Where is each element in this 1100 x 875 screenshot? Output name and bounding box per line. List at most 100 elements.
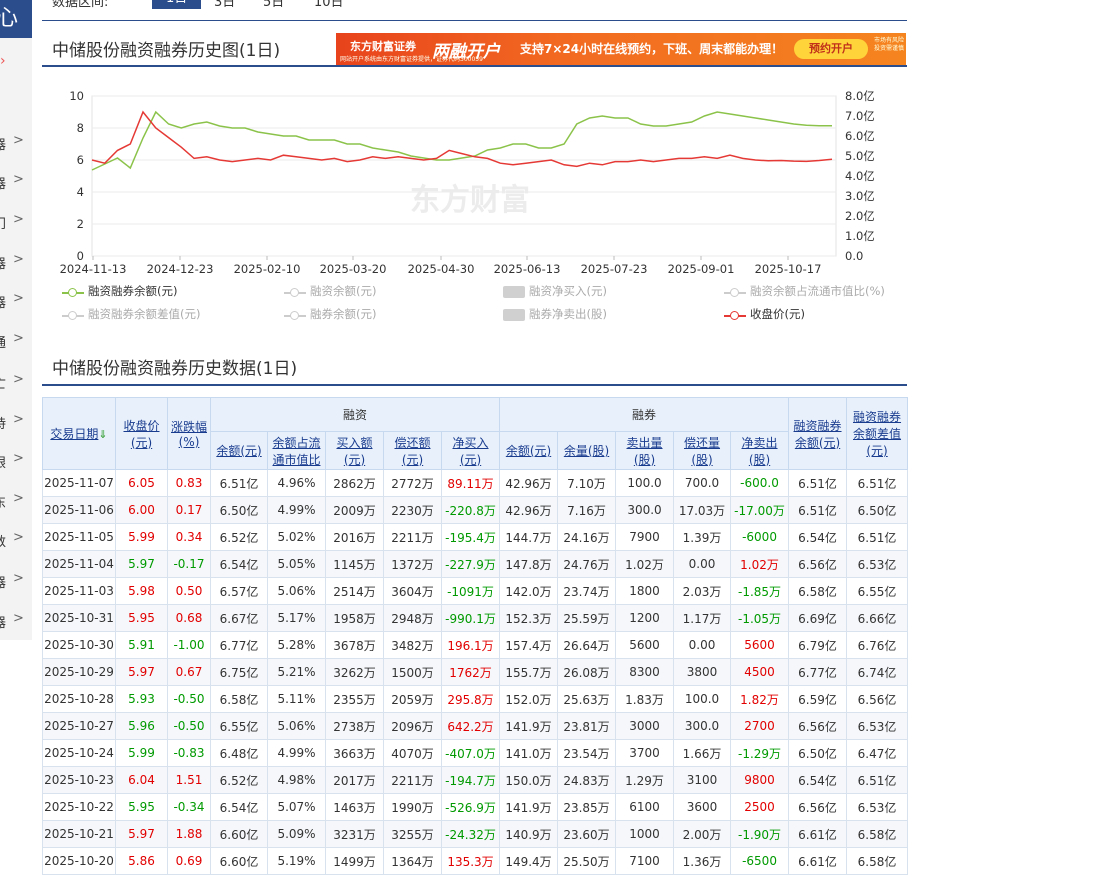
col-header-rq-balance[interactable]: 余额(元) [499,431,559,470]
col-header-change[interactable]: 涨跌幅 (%) [167,397,211,470]
cell-rz-balance: 6.67亿 [210,604,268,632]
sidebar-item[interactable]: 眼> [0,451,32,472]
cell-date: 2025-10-21 [42,820,116,848]
cell-rz-ratio: 5.06% [267,577,326,605]
sidebar-item[interactable]: 东> [0,491,32,512]
cell-balance-diff: 6.47亿 [846,739,909,767]
legend-line-icon [724,310,746,320]
cell-rz-ratio: 4.99% [267,496,326,524]
cell-total-balance: 6.61亿 [788,847,848,875]
cell-rq-qty: 26.64万 [557,631,617,659]
cell-rq-sell: 8300 [615,658,675,686]
cell-rz-repay: 1500万 [383,658,442,686]
col-header-date[interactable]: 交易日期⇓ [42,397,116,470]
cell-rz-ratio: 5.21% [267,658,326,686]
col-header-close[interactable]: 收盘价 (元) [115,397,168,470]
cell-change: 0.34 [167,523,211,551]
cell-rq-net-sell: -1.05万 [730,604,790,632]
cell-rq-repay: 3100 [673,766,732,794]
col-header-rz-repay[interactable]: 偿还额 (元) [383,431,442,470]
chevron-right-icon: > [13,451,24,466]
cell-rq-qty: 23.74万 [557,577,617,605]
table-row: 2025-11-05 5.99 0.34 6.52亿 5.02% 2016万 2211万 -1… [42,523,909,551]
cell-rq-qty: 23.54万 [557,739,617,767]
cell-close: 5.97 [115,820,168,848]
cell-rq-sell: 1.29万 [615,766,675,794]
cell-rz-buy: 2738万 [325,712,384,740]
col-header-rq-repay[interactable]: 偿还量 (股) [673,431,732,470]
cell-rq-repay: 300.0 [673,712,732,740]
cell-rq-balance: 42.96万 [499,469,559,497]
legend-item[interactable]: 融券余额(元) [284,306,376,322]
cell-rq-balance: 155.7万 [499,658,559,686]
y-left-tick-label: 10 [69,89,84,103]
cell-date: 2025-11-06 [42,496,116,524]
cell-rz-net-buy: -194.7万 [440,766,501,794]
legend-item[interactable]: 融资净买入(元) [503,283,607,299]
cell-rq-balance: 141.9万 [499,793,559,821]
col-header-total-balance[interactable]: 融资融券 余额(元) [788,397,848,470]
cell-rz-balance: 6.54亿 [210,793,268,821]
cell-total-balance: 6.69亿 [788,604,848,632]
cell-change: 0.68 [167,604,211,632]
cell-rz-repay: 3482万 [383,631,442,659]
cell-rz-net-buy: 642.2万 [440,712,501,740]
col-header-rz-ratio[interactable]: 余额占流 通市值比 [267,431,326,470]
legend-item[interactable]: 融资融券余额差值(元) [62,306,200,322]
cell-total-balance: 6.58亿 [788,577,848,605]
cell-rq-sell: 6100 [615,793,675,821]
sidebar-item[interactable]: 亡> [0,372,32,393]
legend-item[interactable]: 融资余额(元) [284,283,376,299]
cell-total-balance: 6.56亿 [788,550,848,578]
col-header-rq-net-sell[interactable]: 净卖出 (股) [730,431,790,470]
table-row: 2025-10-22 5.95 -0.34 6.54亿 5.07% 1463万 1990万 -… [42,793,909,821]
legend-label: 融资净买入(元) [529,284,607,298]
cell-rz-ratio: 4.98% [267,766,326,794]
cell-rq-qty: 24.76万 [557,550,617,578]
cell-rz-balance: 6.77亿 [210,631,268,659]
cell-rq-balance: 157.4万 [499,631,559,659]
cell-rz-net-buy: -195.4万 [440,523,501,551]
cell-rq-repay: 2.03万 [673,577,732,605]
sidebar-item[interactable]: 通> [0,331,32,352]
cell-rq-balance: 152.0万 [499,685,559,713]
cell-rz-repay: 3604万 [383,577,442,605]
col-header-rq-sell[interactable]: 卖出量 (股) [615,431,675,470]
col-header-balance-diff[interactable]: 融资融券 余额差值 (元) [846,397,909,470]
legend-item[interactable]: 融资余额占流通市值比(%) [724,283,885,299]
legend-item[interactable]: 融资融券余额(元) [62,283,177,299]
col-header-rz-net-buy[interactable]: 净买入 (元) [440,431,501,470]
cell-rq-sell: 5600 [615,631,675,659]
sidebar-item[interactable]: 数> [0,530,32,551]
y-right-tick-label: 5.0亿 [845,149,875,163]
sidebar-item[interactable]: 器> [0,291,32,312]
legend-item[interactable]: 收盘价(元) [724,306,805,322]
cell-rz-net-buy: 135.3万 [440,847,501,875]
col-header-rz-balance[interactable]: 余额(元) [210,431,268,470]
legend-line-icon [62,287,84,297]
sidebar-item-label: 器 [0,612,6,631]
sort-down-icon[interactable]: ⇓ [98,428,107,441]
cell-change: -0.34 [167,793,211,821]
cell-rq-balance: 147.8万 [499,550,559,578]
cell-rz-balance: 6.52亿 [210,523,268,551]
cell-rq-qty: 23.60万 [557,820,617,848]
cell-rq-qty: 23.85万 [557,793,617,821]
table-row: 2025-11-06 6.00 0.17 6.50亿 4.99% 2009万 2230万 -2… [42,496,909,524]
legend-label: 融资余额(元) [310,284,377,298]
cell-balance-diff: 6.50亿 [846,496,909,524]
cell-change: 0.50 [167,577,211,605]
col-header-rz-buy[interactable]: 买入额 (元) [325,431,384,470]
cell-change: -0.17 [167,550,211,578]
col-header-rq-qty[interactable]: 余量(股) [557,431,617,470]
cell-rz-balance: 6.54亿 [210,550,268,578]
cell-rz-buy: 1499万 [325,847,384,875]
cell-rq-net-sell: -1.90万 [730,820,790,848]
cell-rq-net-sell: 1.02万 [730,550,790,578]
sidebar-item[interactable]: 器> [0,611,32,632]
table-row: 2025-10-31 5.95 0.68 6.67亿 5.17% 1958万 2948万 -9… [42,604,909,632]
cell-rz-buy: 2355万 [325,685,384,713]
legend-item[interactable]: 融券净卖出(股) [503,306,607,322]
sidebar-item[interactable]: 器> [0,571,32,592]
sidebar-item[interactable]: 持> [0,412,32,433]
